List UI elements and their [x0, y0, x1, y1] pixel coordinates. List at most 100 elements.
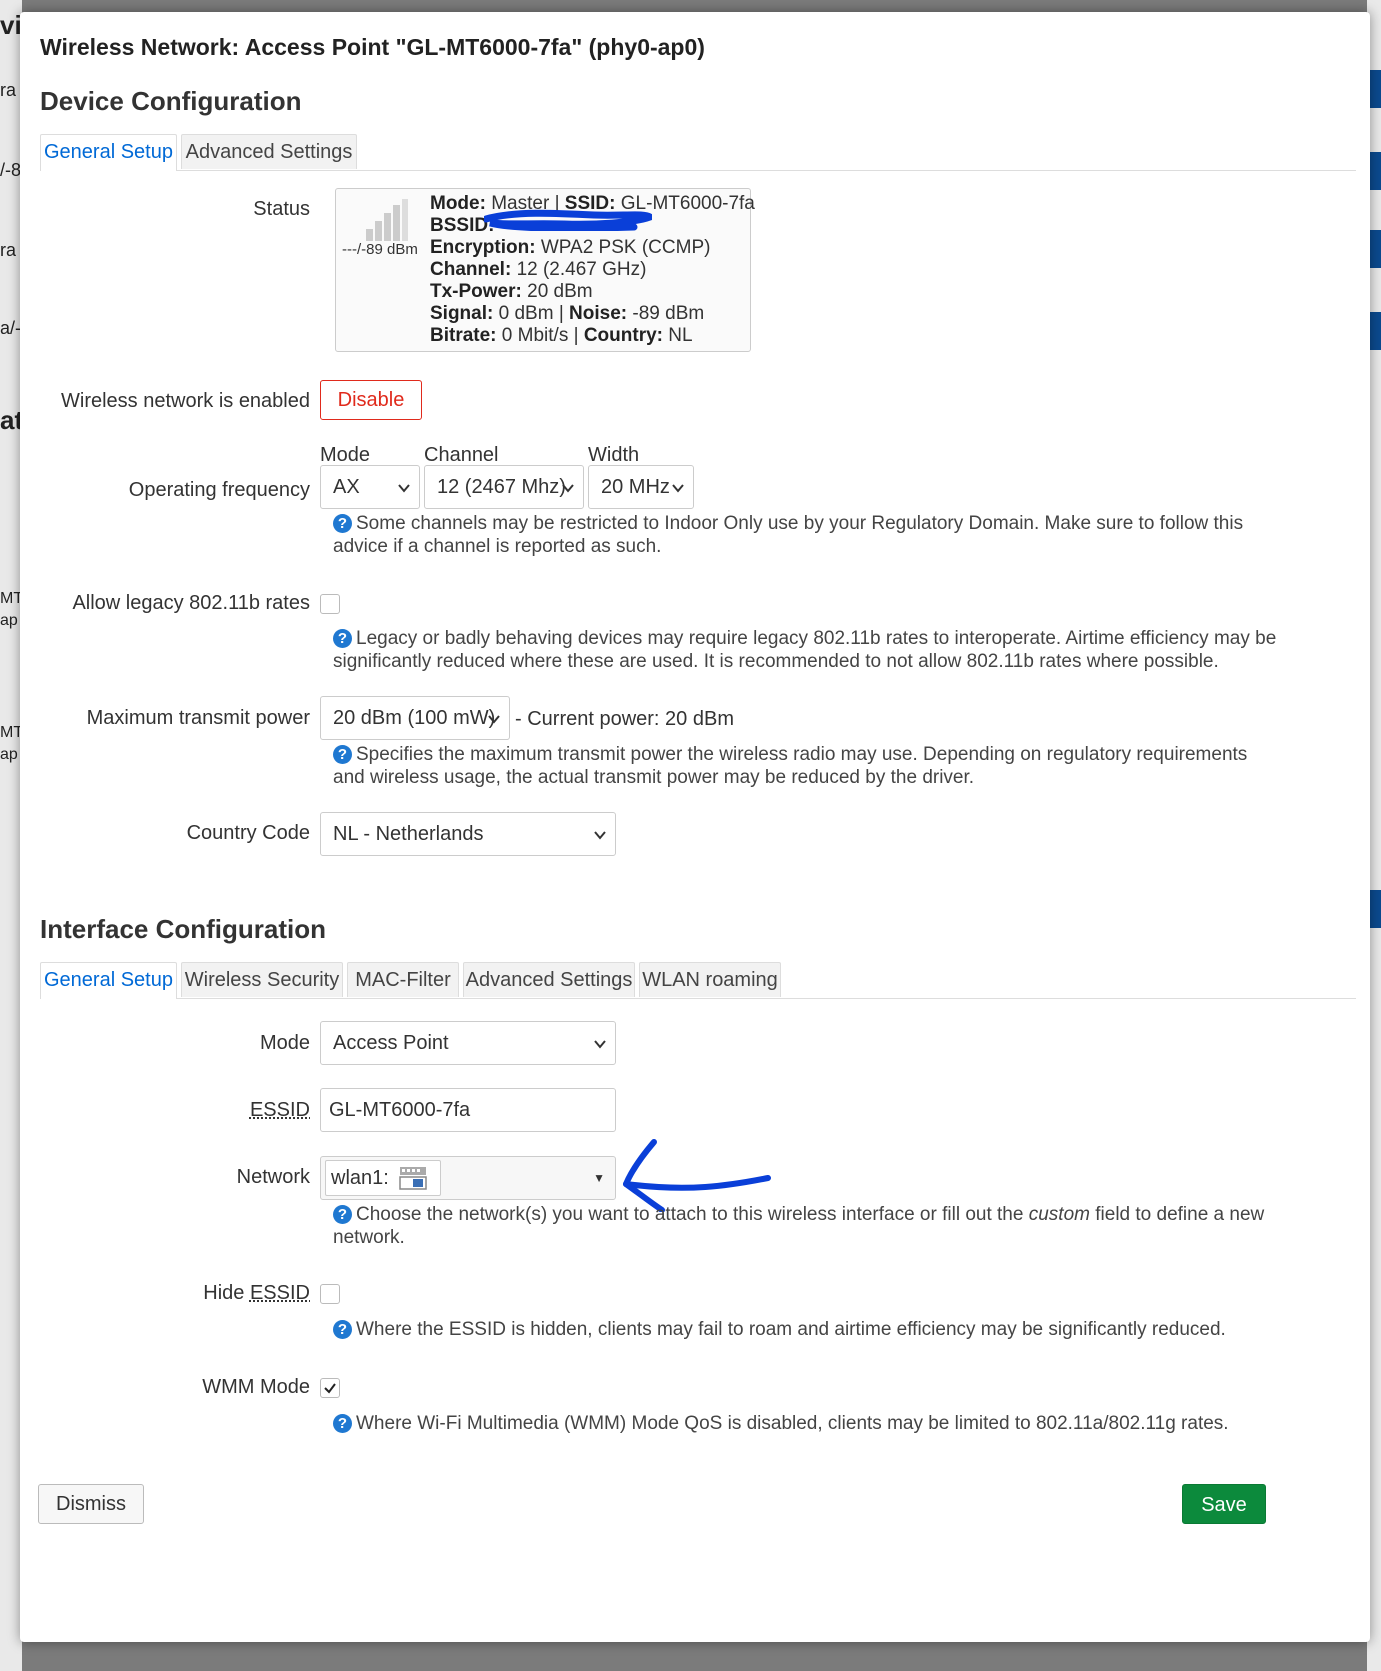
- status-line-channel: Channel: 12 (2.467 GHz): [430, 259, 755, 281]
- interface-config-heading: Interface Configuration: [40, 914, 327, 944]
- bitrate-key: Bitrate:: [430, 325, 497, 346]
- txpower-help-text: Specifies the maximum transmit power the…: [333, 744, 1248, 788]
- frequency-help: ? Some channels may be restricted to Indo…: [333, 512, 1283, 558]
- interface-mode-value: Access Point: [333, 1032, 449, 1054]
- chevron-down-icon: [562, 484, 574, 493]
- help-icon: ?: [333, 745, 352, 764]
- freq-width-label: Width: [588, 444, 640, 466]
- background-text: ap: [0, 746, 18, 763]
- network-help-text: Choose the network(s) you want to attach…: [356, 1204, 1029, 1225]
- wmm-mode-checkbox[interactable]: [320, 1378, 340, 1398]
- status-box: ---/-89 dBm Mode: Master | SSID: GL-MT60…: [335, 188, 755, 352]
- background-text: MT: [0, 590, 22, 607]
- tab-mac-filter[interactable]: MAC-Filter: [347, 962, 459, 997]
- dialog-title: Wireless Network: Access Point "GL-MT600…: [40, 34, 705, 60]
- status-line-encryption: Encryption: WPA2 PSK (CCMP): [430, 237, 755, 259]
- background-text: ra: [0, 80, 17, 100]
- frequency-help-text: Some channels may be restricted to Indoo…: [333, 513, 1244, 557]
- tab-interface-advanced-settings[interactable]: Advanced Settings: [463, 962, 635, 997]
- wireless-interface-icon: [399, 1167, 427, 1190]
- tab-interface-general-setup[interactable]: General Setup: [40, 962, 177, 999]
- interface-mode-select[interactable]: Access Point: [320, 1021, 616, 1065]
- chevron-down-icon: [398, 484, 410, 493]
- disable-button[interactable]: Disable: [320, 380, 422, 420]
- channel-value: 12 (2.467 GHz): [516, 259, 647, 280]
- essid-label: ESSID: [249, 1099, 310, 1121]
- separator: |: [568, 325, 584, 346]
- txpower-help: ? Specifies the maximum transmit power th…: [333, 743, 1283, 789]
- help-icon: ?: [333, 1414, 352, 1433]
- background-text: ati: [0, 405, 22, 435]
- network-select[interactable]: wlan1: ▼: [320, 1156, 616, 1200]
- txpower-select[interactable]: 20 dBm (100 mW): [320, 696, 510, 740]
- separator: |: [553, 303, 570, 324]
- background-text: ra: [0, 240, 17, 260]
- help-icon: ?: [333, 1205, 352, 1224]
- encryption-key: Encryption:: [430, 237, 536, 258]
- dismiss-button[interactable]: Dismiss: [38, 1484, 144, 1524]
- hide-essid-help: ? Where the ESSID is hidden, clients may …: [333, 1318, 1283, 1341]
- noise-value: -89 dBm: [632, 303, 705, 324]
- encryption-value: WPA2 PSK (CCMP): [540, 237, 711, 258]
- tab-wireless-security[interactable]: Wireless Security: [181, 962, 343, 997]
- txpower-key: Tx-Power:: [430, 281, 522, 302]
- checkmark-icon: [324, 1383, 336, 1394]
- bitrate-value: 0 Mbit/s: [501, 325, 569, 346]
- chevron-down-icon: [594, 831, 606, 840]
- tab-device-advanced-settings[interactable]: Advanced Settings: [181, 134, 357, 169]
- wmm-help-text: Where Wi-Fi Multimedia (WMM) Mode QoS is…: [356, 1413, 1229, 1434]
- txpower-select-value: 20 dBm (100 mW): [333, 707, 496, 729]
- channel-key: Channel:: [430, 259, 512, 280]
- signal-key: Signal:: [430, 303, 494, 324]
- background-text: vie: [0, 10, 22, 40]
- essid-input[interactable]: GL-MT6000-7fa: [320, 1088, 616, 1132]
- help-icon: ?: [333, 514, 352, 533]
- max-txpower-label: Maximum transmit power: [86, 707, 310, 729]
- dropdown-arrow-icon: ▼: [593, 1171, 605, 1185]
- device-config-tabs: General Setup Advanced Settings: [40, 134, 1356, 171]
- legacy-rates-checkbox[interactable]: [320, 594, 340, 614]
- signal-value: 0 dBm: [498, 303, 554, 324]
- txpower-value: 20 dBm: [527, 281, 593, 302]
- current-power-text: - Current power: 20 dBm: [515, 708, 734, 730]
- status-line-bitrate: Bitrate: 0 Mbit/s | Country: NL: [430, 325, 755, 347]
- wmm-help: ? Where Wi-Fi Multimedia (WMM) Mode QoS i…: [333, 1412, 1283, 1435]
- status-label: Status: [253, 198, 310, 220]
- noise-key: Noise:: [569, 303, 628, 324]
- tab-device-general-setup[interactable]: General Setup: [40, 134, 177, 171]
- hide-essid-label: Hide ESSID: [203, 1282, 310, 1305]
- country-code-label: Country Code: [186, 822, 310, 844]
- country-value: NL: [668, 325, 693, 346]
- country-key: Country:: [583, 325, 663, 346]
- network-help-custom: custom: [1028, 1204, 1090, 1225]
- annotation-arrow: [623, 1139, 771, 1212]
- freq-channel-value: 12 (2467 Mhz): [437, 476, 566, 498]
- device-config-heading: Device Configuration: [40, 86, 302, 116]
- country-code-select[interactable]: NL - Netherlands: [320, 812, 616, 856]
- legacy-help-text: Legacy or badly behaving devices may req…: [333, 628, 1277, 672]
- hide-essid-checkbox[interactable]: [320, 1284, 340, 1304]
- legacy-rates-label: Allow legacy 802.11b rates: [72, 592, 310, 614]
- status-line-txpower: Tx-Power: 20 dBm: [430, 281, 755, 303]
- signal-noise-text: ---/-89 dBm: [342, 241, 418, 258]
- wmm-mode-label: WMM Mode: [202, 1376, 310, 1398]
- chevron-down-icon: [488, 715, 500, 724]
- wireless-enabled-label: Wireless network is enabled: [61, 390, 310, 412]
- wireless-config-modal: Wireless Network: Access Point "GL-MT600…: [20, 12, 1370, 1642]
- save-button[interactable]: Save: [1182, 1484, 1266, 1524]
- legacy-help: ? Legacy or badly behaving devices may re…: [333, 627, 1283, 673]
- freq-width-select[interactable]: 20 MHz: [588, 465, 694, 509]
- network-value: wlan1:: [331, 1167, 389, 1189]
- freq-channel-select[interactable]: 12 (2467 Mhz): [424, 465, 584, 509]
- operating-frequency-label: Operating frequency: [128, 479, 310, 501]
- network-label: Network: [236, 1166, 310, 1188]
- background-text: ap: [0, 612, 18, 629]
- country-code-value: NL - Netherlands: [333, 823, 484, 845]
- help-icon: ?: [333, 1320, 352, 1339]
- freq-mode-value: AX: [333, 476, 360, 498]
- hide-essid-label-abbr: ESSID: [249, 1282, 310, 1304]
- freq-mode-select[interactable]: AX: [320, 465, 420, 509]
- tab-wlan-roaming[interactable]: WLAN roaming: [639, 962, 781, 997]
- hide-essid-label-prefix: Hide: [203, 1282, 250, 1304]
- redaction-scribble: [484, 209, 652, 231]
